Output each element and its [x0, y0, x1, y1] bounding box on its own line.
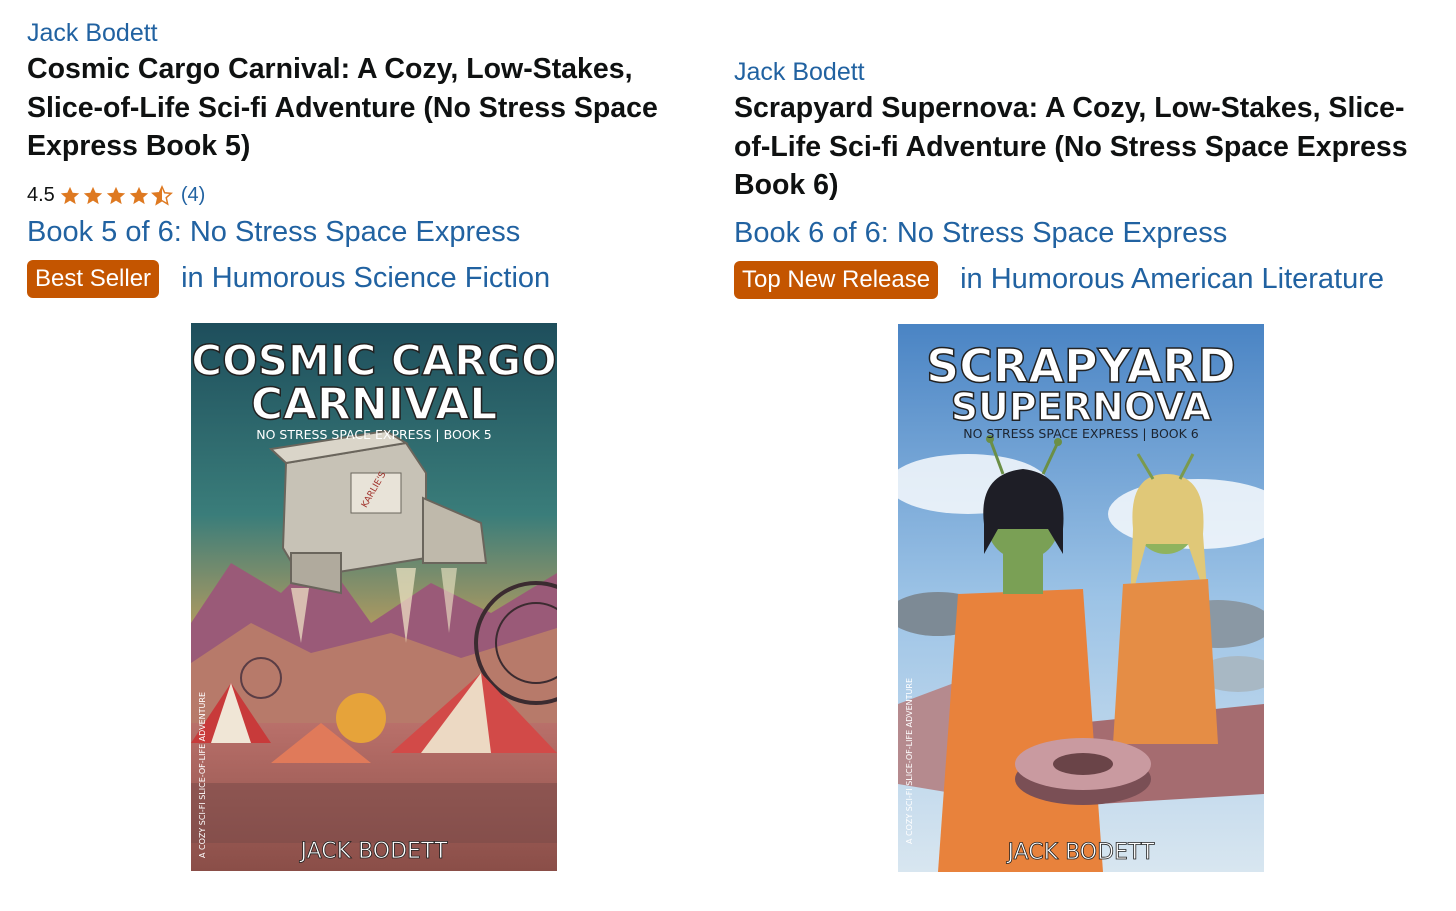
author-link[interactable]: Jack Bodett: [27, 18, 707, 48]
best-seller-badge[interactable]: Best Seller: [27, 259, 160, 298]
product-title[interactable]: Cosmic Cargo Carnival: A Cozy, Low-Stake…: [27, 50, 707, 166]
top-new-release-badge[interactable]: Top New Release: [734, 260, 939, 299]
cover-series-line: NO STRESS SPACE EXPRESS | BOOK 5: [256, 427, 492, 442]
rating-count-link[interactable]: (4): [181, 184, 205, 207]
cover-series-line: NO STRESS SPACE EXPRESS | BOOK 6: [963, 426, 1199, 441]
star-full-icon: [60, 186, 79, 204]
book-cover-image[interactable]: KARLIE'S COSMIC CARGO CARNIVAL NO STRESS…: [191, 323, 557, 871]
author-link[interactable]: Jack Bodett: [734, 57, 1434, 87]
star-full-icon: [83, 186, 102, 204]
cover-title-line2: CARNIVAL: [251, 379, 498, 430]
star-rating[interactable]: [59, 184, 173, 207]
cover-author: JACK BODETT: [1006, 840, 1155, 865]
book-cover-image[interactable]: SCRAPYARD SUPERNOVA NO STRESS SPACE EXPR…: [898, 324, 1264, 872]
series-link[interactable]: Book 5 of 6: No Stress Space Express: [27, 214, 707, 250]
series-link[interactable]: Book 6 of 6: No Stress Space Express: [734, 215, 1434, 251]
badge-category-link[interactable]: in Humorous Science Fiction: [181, 262, 550, 295]
product-card-2: Jack Bodett Scrapyard Supernova: A Cozy,…: [734, 0, 1434, 299]
cover-title-line2: SUPERNOVA: [951, 385, 1212, 429]
badge-row: Top New Release in Humorous American Lit…: [734, 260, 1434, 299]
cover-spine-text: A COZY SCI-FI SLICE-OF-LIFE ADVENTURE: [905, 678, 914, 844]
product-card-1: Jack Bodett Cosmic Cargo Carnival: A Coz…: [27, 0, 707, 298]
star-half-icon: [150, 184, 173, 206]
badge-row: Best Seller in Humorous Science Fiction: [27, 259, 707, 298]
cover-spine-text: A COZY SCI-FI SLICE-OF-LIFE ADVENTURE: [198, 692, 207, 858]
star-full-icon: [106, 186, 125, 204]
rating-row: 4.5 (4): [27, 182, 707, 210]
rating-value: 4.5: [27, 184, 55, 206]
badge-category-link[interactable]: in Humorous American Literature: [960, 263, 1384, 296]
product-title[interactable]: Scrapyard Supernova: A Cozy, Low-Stakes,…: [734, 89, 1434, 205]
cover-title-line1: COSMIC CARGO: [191, 336, 557, 385]
cover-author: JACK BODETT: [299, 839, 448, 864]
star-full-icon: [129, 186, 148, 204]
